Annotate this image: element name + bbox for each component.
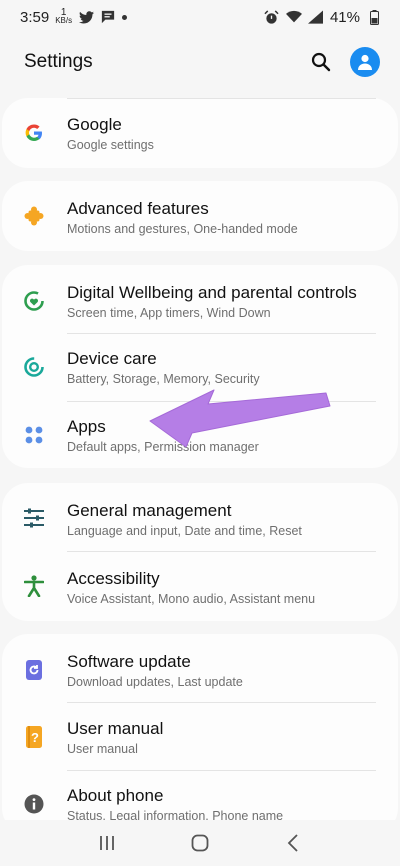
card-wellbeing-group: Digital Wellbeing and parental controls …	[2, 265, 398, 468]
device-care-icon	[22, 355, 46, 379]
app-header: Settings	[0, 34, 400, 90]
settings-item-software-update[interactable]: Software update Download updates, Last u…	[2, 634, 398, 702]
item-title: Software update	[67, 652, 191, 671]
item-title: General management	[67, 501, 232, 520]
item-title: Google	[67, 115, 122, 134]
item-subtitle: Language and input, Date and time, Reset	[67, 524, 302, 538]
settings-item-advanced-features[interactable]: Advanced features Motions and gestures, …	[2, 181, 398, 251]
recents-icon	[99, 836, 114, 850]
settings-item-digital-wellbeing[interactable]: Digital Wellbeing and parental controls …	[2, 265, 398, 333]
item-title: About phone	[67, 786, 164, 805]
settings-item-accessibility[interactable]: Accessibility Voice Assistant, Mono audi…	[2, 551, 398, 621]
item-text: General management Language and input, D…	[67, 500, 378, 540]
card-google: Google Google settings	[2, 98, 398, 168]
home-button[interactable]	[180, 823, 220, 863]
card-general-group: General management Language and input, D…	[2, 483, 398, 621]
apps-dots-icon	[22, 423, 46, 447]
item-subtitle: User manual	[67, 742, 138, 756]
item-text: Software update Download updates, Last u…	[67, 651, 378, 691]
svg-text:?: ?	[31, 730, 39, 745]
item-subtitle: Download updates, Last update	[67, 675, 243, 689]
alarm-icon	[264, 9, 280, 25]
item-subtitle: Default apps, Permission manager	[67, 440, 259, 454]
settings-item-device-care[interactable]: Device care Battery, Storage, Memory, Se…	[2, 333, 398, 401]
header-actions	[306, 47, 380, 77]
back-button[interactable]	[273, 823, 313, 863]
item-subtitle: Screen time, App timers, Wind Down	[67, 306, 271, 320]
item-title: Accessibility	[67, 569, 160, 588]
software-update-icon	[22, 658, 46, 682]
item-text: About phone Status, Legal information, P…	[67, 785, 378, 825]
settings-item-user-manual[interactable]: ? User manual User manual	[2, 702, 398, 770]
navigation-bar	[0, 820, 400, 866]
item-subtitle: Google settings	[67, 138, 154, 152]
search-icon	[311, 52, 331, 72]
search-button[interactable]	[306, 47, 336, 77]
status-time: 3:59	[20, 8, 50, 26]
wellbeing-icon	[22, 289, 46, 313]
info-icon	[22, 792, 46, 816]
google-g-icon	[22, 121, 46, 145]
wifi-icon	[285, 9, 302, 25]
card-software-group: Software update Download updates, Last u…	[2, 634, 398, 834]
status-right: 41%	[264, 9, 382, 26]
card-advanced: Advanced features Motions and gestures, …	[2, 181, 398, 251]
puzzle-icon	[22, 204, 46, 228]
battery-percent: 41%	[329, 8, 360, 26]
item-subtitle: Motions and gestures, One-handed mode	[67, 222, 298, 236]
notification-dot-icon	[122, 14, 128, 20]
person-icon	[358, 54, 372, 70]
battery-icon	[366, 9, 382, 25]
item-text: Device care Battery, Storage, Memory, Se…	[67, 348, 378, 388]
back-chevron-icon	[288, 834, 298, 852]
item-text: Accessibility Voice Assistant, Mono audi…	[67, 568, 378, 608]
item-title: Advanced features	[67, 199, 209, 218]
item-title: Device care	[67, 349, 157, 368]
message-icon	[100, 9, 116, 25]
manual-icon: ?	[22, 725, 46, 749]
item-title: Apps	[67, 417, 106, 436]
item-title: User manual	[67, 719, 164, 738]
item-subtitle: Voice Assistant, Mono audio, Assistant m…	[67, 592, 316, 606]
twitter-icon	[78, 9, 94, 25]
item-title: Digital Wellbeing and parental controls	[67, 283, 357, 302]
item-text: Advanced features Motions and gestures, …	[67, 198, 378, 238]
recents-button[interactable]	[87, 823, 127, 863]
home-icon	[191, 834, 209, 852]
network-speed-unit: KB/s	[55, 16, 73, 25]
account-avatar-button[interactable]	[350, 47, 380, 77]
page-title: Settings	[24, 51, 93, 72]
item-subtitle: Battery, Storage, Memory, Security	[67, 372, 260, 386]
item-text: User manual User manual	[67, 718, 378, 758]
item-text: Apps Default apps, Permission manager	[67, 416, 378, 456]
settings-item-google[interactable]: Google Google settings	[2, 98, 398, 168]
item-text: Digital Wellbeing and parental controls …	[67, 282, 378, 322]
accessibility-icon	[22, 574, 46, 598]
settings-item-apps[interactable]: Apps Default apps, Permission manager	[2, 401, 398, 468]
status-left: 3:59 1 KB/s	[20, 8, 128, 26]
status-bar: 3:59 1 KB/s 41%	[0, 0, 400, 34]
item-text: Google Google settings	[67, 114, 378, 154]
network-speed: 1 KB/s	[55, 8, 73, 25]
sliders-icon	[22, 506, 46, 530]
settings-item-general-management[interactable]: General management Language and input, D…	[2, 483, 398, 551]
signal-icon	[308, 9, 324, 25]
